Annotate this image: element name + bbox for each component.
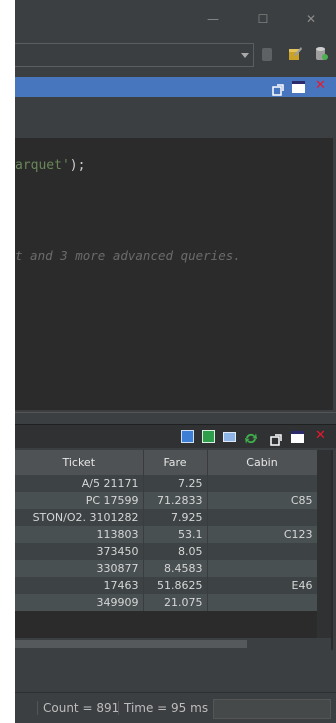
- table-row[interactable]: 349909 21.075: [15, 594, 318, 611]
- refresh-grid-icon[interactable]: [181, 430, 194, 443]
- cell-fare[interactable]: 71.2833: [143, 492, 208, 509]
- cell-fare[interactable]: 53.1: [143, 526, 208, 543]
- table-row[interactable]: STON/O2. 3101282 7.925: [15, 509, 318, 526]
- table-row[interactable]: 113803 53.1 C123: [15, 526, 318, 543]
- cell-ticket[interactable]: A/5 21171: [15, 475, 144, 492]
- sync-icon[interactable]: [244, 430, 257, 444]
- cell-cabin[interactable]: C123: [207, 526, 318, 543]
- maximize-panel-icon[interactable]: [292, 81, 305, 93]
- horizontal-scrollbar[interactable]: [15, 638, 331, 650]
- cell-fare[interactable]: 51.8625: [143, 577, 208, 594]
- query-time: Time = 95 ms: [118, 701, 208, 715]
- cell-cabin[interactable]: [207, 475, 318, 492]
- chevron-down-icon[interactable]: [241, 53, 249, 58]
- database-icon[interactable]: [314, 46, 328, 61]
- cell-fare[interactable]: 7.925: [143, 509, 208, 526]
- close-results-icon[interactable]: ✕: [315, 428, 327, 444]
- close-panel-icon[interactable]: ✕: [315, 78, 327, 94]
- maximize-button[interactable]: ☐: [253, 0, 273, 38]
- table-row[interactable]: 373450 8.05: [15, 543, 318, 560]
- progress-box: [213, 699, 331, 719]
- close-button[interactable]: ✕: [301, 0, 321, 38]
- cell-ticket[interactable]: 113803: [15, 526, 144, 543]
- results-table: Ticket Fare Cabin A/5 21171 7.25 PC 17599…: [15, 450, 318, 611]
- table-row[interactable]: A/5 21171 7.25: [15, 475, 318, 492]
- status-bar: Count = 891 Time = 95 ms: [15, 692, 336, 723]
- query-editor[interactable]: arquet'); t and 3 more advanced queries.: [15, 138, 333, 410]
- code-punct: );: [69, 158, 86, 173]
- results-toolbar: ✕: [15, 424, 336, 448]
- scrollbar-thumb[interactable]: [15, 640, 247, 648]
- code-string: arquet': [15, 158, 70, 173]
- cell-cabin[interactable]: C85: [207, 492, 318, 509]
- table-header-row: Ticket Fare Cabin: [15, 450, 318, 475]
- cell-cabin[interactable]: [207, 509, 318, 526]
- edit-connection-icon[interactable]: [288, 46, 302, 61]
- editor-panel-titlebar: ✕: [15, 77, 336, 97]
- table-row[interactable]: 17463 51.8625 E46: [15, 577, 318, 594]
- results-grid[interactable]: Ticket Fare Cabin A/5 21171 7.25 PC 17599…: [15, 450, 333, 650]
- export-excel-icon[interactable]: [202, 430, 215, 443]
- cell-ticket[interactable]: STON/O2. 3101282: [15, 509, 144, 526]
- column-header-ticket[interactable]: Ticket: [15, 450, 144, 475]
- cell-cabin[interactable]: E46: [207, 577, 318, 594]
- cell-fare[interactable]: 7.25: [143, 475, 208, 492]
- cell-cabin[interactable]: [207, 543, 318, 560]
- cell-cabin[interactable]: [207, 594, 318, 611]
- cell-ticket[interactable]: 349909: [15, 594, 144, 611]
- cell-cabin[interactable]: [207, 560, 318, 577]
- cell-ticket[interactable]: 373450: [15, 543, 144, 560]
- minimize-button[interactable]: —: [203, 0, 223, 38]
- vertical-scrollbar[interactable]: [317, 450, 331, 640]
- stop-icon[interactable]: [262, 48, 272, 61]
- row-count: Count = 891: [37, 701, 119, 715]
- cell-ticket[interactable]: PC 17599: [15, 492, 144, 509]
- code-comment: t and 3 more advanced queries.: [15, 248, 241, 263]
- cell-fare[interactable]: 8.4583: [143, 560, 208, 577]
- column-header-cabin[interactable]: Cabin: [207, 450, 318, 475]
- table-row[interactable]: PC 17599 71.2833 C85: [15, 492, 318, 509]
- cell-ticket[interactable]: 330877: [15, 560, 144, 577]
- splitter[interactable]: [15, 412, 336, 422]
- code-line: arquet');: [15, 158, 85, 173]
- column-header-fare[interactable]: Fare: [143, 450, 208, 475]
- app-window: — ☐ ✕ ✕ arquet'); t and 3 more advanced …: [15, 0, 336, 723]
- maximize-results-icon[interactable]: [291, 431, 304, 443]
- cell-ticket[interactable]: 17463: [15, 577, 144, 594]
- email-icon[interactable]: [223, 432, 236, 442]
- detach-icon[interactable]: [272, 81, 284, 96]
- cell-fare[interactable]: 21.075: [143, 594, 208, 611]
- cell-fare[interactable]: 8.05: [143, 543, 208, 560]
- detach-results-icon[interactable]: [270, 431, 282, 446]
- connection-combobox[interactable]: [15, 43, 254, 67]
- table-row[interactable]: 330877 8.4583: [15, 560, 318, 577]
